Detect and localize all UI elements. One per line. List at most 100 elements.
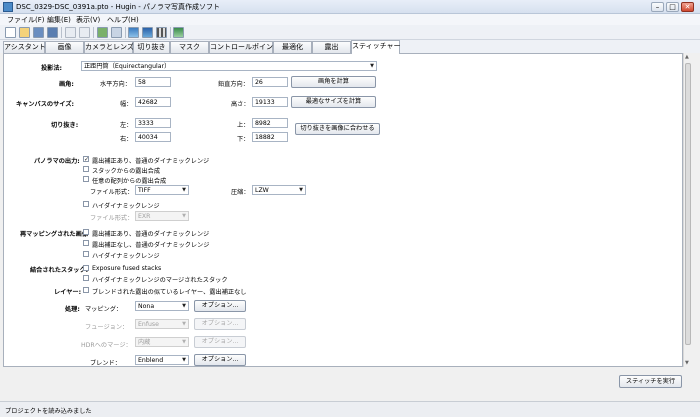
remapped-hdr-checkbox[interactable] xyxy=(83,251,89,257)
calculate-fov-button[interactable]: 画角を計算 xyxy=(291,76,376,88)
projection-select[interactable]: 正距円筒（Equirectangular） ▼ xyxy=(81,61,377,71)
stitch-now-button[interactable]: スティッチを実行 xyxy=(619,375,682,388)
hdr-merge-select[interactable]: 内蔵 ▼ xyxy=(135,337,189,347)
mapping-select[interactable]: Nona ▼ xyxy=(135,301,189,311)
remapped-corrected-label: 露出補正あり、普通のダイナミックレンジ xyxy=(92,231,210,238)
crop-right-input[interactable]: 40034 xyxy=(135,132,171,142)
exposure-corrected-ldr-label: 露出補正あり、普通のダイナミックレンジ xyxy=(92,158,210,165)
crop-top-input[interactable]: 8982 xyxy=(252,118,288,128)
chevron-down-icon: ▼ xyxy=(370,63,374,69)
add-images-icon[interactable] xyxy=(97,27,108,38)
chevron-down-icon: ▼ xyxy=(182,213,186,219)
crop-bottom-input[interactable]: 18882 xyxy=(252,132,288,142)
hdr-file-format-label: ファイル形式： xyxy=(90,215,134,222)
fov-vertical-label: 鉛直方向： xyxy=(218,81,249,88)
chevron-down-icon: ▼ xyxy=(182,339,186,345)
scroll-down-icon[interactable]: ▼ xyxy=(685,360,689,366)
exposure-fused-any-checkbox[interactable] xyxy=(83,176,89,182)
fov-horizontal-input[interactable]: 58 xyxy=(135,77,171,87)
hdr-merged-stacks-checkbox[interactable] xyxy=(83,275,89,281)
file-format-select[interactable]: TIFF ▼ xyxy=(135,185,189,195)
tab-crop[interactable]: 切り抜き xyxy=(133,41,170,53)
new-project-icon[interactable] xyxy=(5,27,16,38)
remapped-uncorrected-label: 露出補正なし、普通のダイナミックレンジ xyxy=(92,242,210,249)
tab-exposure[interactable]: 露出 xyxy=(312,41,351,53)
hugin-app-icon xyxy=(3,2,13,12)
hdr-output-checkbox[interactable] xyxy=(83,201,89,207)
canvas-height-input[interactable]: 19133 xyxy=(252,97,288,107)
remapped-hdr-label: ハイダイナミックレンジ xyxy=(92,253,160,260)
exposure-corrected-ldr-checkbox[interactable]: ✓ xyxy=(83,156,89,163)
exposure-fused-stacks-checkbox[interactable] xyxy=(83,166,89,172)
exposure-fused-stacks-output-label: Exposure fused stacks xyxy=(92,265,162,272)
fit-crop-to-images-button[interactable]: 切り抜きを画像に合わせる xyxy=(295,123,380,135)
mapping-options-button[interactable]: オプション... xyxy=(194,300,246,312)
scrollbar-thumb[interactable] xyxy=(685,63,691,345)
scroll-up-icon[interactable]: ▲ xyxy=(685,54,689,60)
panorama-outputs-label: パノラマの出力: xyxy=(34,158,80,165)
canvas-size-label: キャンバスのサイズ: xyxy=(16,101,74,108)
chevron-down-icon: ▼ xyxy=(182,187,186,193)
title-bar: DSC_0329-DSC_0391a.pto - Hugin - パノラマ写真作… xyxy=(0,0,700,14)
hdr-merge-options-button[interactable]: オプション... xyxy=(194,336,246,348)
file-format-label: ファイル形式： xyxy=(90,189,134,196)
maximize-button[interactable]: □ xyxy=(666,2,679,12)
exposure-fused-any-label: 任意の配列からの露出合成 xyxy=(92,178,167,185)
save-icon[interactable] xyxy=(33,27,44,38)
exposure-fused-stacks-output-checkbox[interactable] xyxy=(83,265,89,271)
combined-stacks-label: 結合されたスタック: xyxy=(30,267,89,274)
compression-label: 圧縮： xyxy=(231,189,250,196)
status-bar: プロジェクトを読み込みました xyxy=(0,401,700,417)
layout-icon[interactable] xyxy=(156,27,167,38)
menu-edit[interactable]: 編集(E) xyxy=(47,15,71,25)
panel-scrollbar[interactable]: ▲ ▼ xyxy=(683,53,691,367)
tab-optimizer[interactable]: 最適化 xyxy=(273,41,312,53)
menu-file[interactable]: ファイル(F) xyxy=(7,15,45,25)
fov-label: 画角: xyxy=(59,81,74,88)
window-title: DSC_0329-DSC_0391a.pto - Hugin - パノラマ写真作… xyxy=(16,3,221,11)
close-button[interactable]: ✕ xyxy=(681,2,694,12)
fusion-select[interactable]: Enfuse ▼ xyxy=(135,319,189,329)
menu-view[interactable]: 表示(V) xyxy=(76,15,100,25)
menu-help[interactable]: ヘルプ(H) xyxy=(107,15,139,25)
optimize-icon[interactable] xyxy=(111,27,122,38)
fast-preview-icon[interactable] xyxy=(142,27,153,38)
tab-camera-lens[interactable]: カメラとレンズ xyxy=(84,41,134,53)
hdr-merge-label: HDRへのマージ： xyxy=(81,342,132,349)
tab-assistant[interactable]: アシスタント xyxy=(3,41,46,53)
compression-select[interactable]: LZW ▼ xyxy=(252,185,306,195)
crop-top-label: 上： xyxy=(237,122,250,129)
open-project-icon[interactable] xyxy=(19,27,30,38)
remapped-images-label: 再マッピングされた画像 xyxy=(20,231,89,238)
blended-layers-checkbox[interactable] xyxy=(83,287,89,293)
mapping-label: マッピング： xyxy=(85,306,123,313)
crop-right-label: 右： xyxy=(120,136,133,143)
remapped-corrected-checkbox[interactable] xyxy=(83,229,89,235)
hdr-file-format-select[interactable]: EXR ▼ xyxy=(135,211,189,221)
panorama-icon[interactable] xyxy=(173,27,184,38)
blend-label: ブレンド： xyxy=(90,360,121,367)
chevron-down-icon: ▼ xyxy=(182,357,186,363)
tab-control-points[interactable]: コントロールポイント xyxy=(209,41,280,53)
tab-images[interactable]: 画像 xyxy=(45,41,84,53)
tab-mask[interactable]: マスク xyxy=(170,41,209,53)
save-as-icon[interactable] xyxy=(47,27,58,38)
blend-select[interactable]: Enblend ▼ xyxy=(135,355,189,365)
preview-icon[interactable] xyxy=(128,27,139,38)
fov-vertical-input[interactable]: 26 xyxy=(252,77,288,87)
canvas-height-label: 高さ： xyxy=(231,101,250,108)
minimize-button[interactable]: – xyxy=(651,2,664,12)
undo-icon[interactable] xyxy=(65,27,76,38)
redo-icon[interactable] xyxy=(79,27,90,38)
status-text: プロジェクトを読み込みました xyxy=(5,408,92,415)
remapped-uncorrected-checkbox[interactable] xyxy=(83,240,89,246)
canvas-width-label: 幅： xyxy=(120,101,133,108)
canvas-width-input[interactable]: 42682 xyxy=(135,97,171,107)
calculate-optimal-size-button[interactable]: 最適なサイズを計算 xyxy=(291,96,376,108)
tab-stitcher[interactable]: スティッチャー xyxy=(351,40,401,54)
projection-label: 投影法: xyxy=(41,65,63,72)
tab-bar: アシスタント 画像 カメラとレンズ 切り抜き マスク コントロールポイント 最適… xyxy=(0,40,700,54)
fusion-options-button[interactable]: オプション... xyxy=(194,318,246,330)
crop-left-input[interactable]: 3333 xyxy=(135,118,171,128)
blend-options-button[interactable]: オプション... xyxy=(194,354,246,366)
